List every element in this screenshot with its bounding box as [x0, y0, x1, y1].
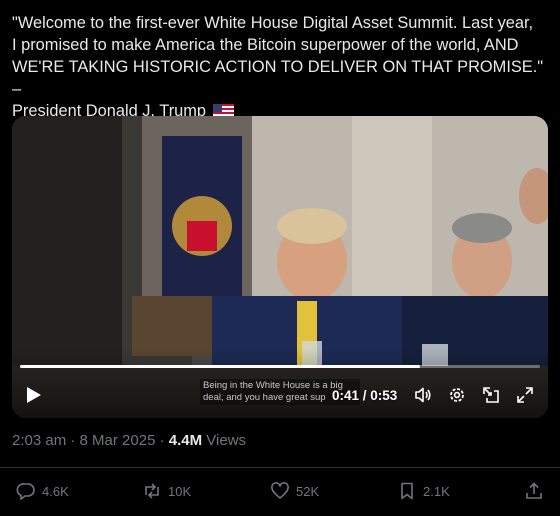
- tweet-text-line: WE'RE TAKING HISTORIC ACTION TO DELIVER …: [12, 58, 544, 98]
- divider: [0, 467, 560, 468]
- reply-icon: [16, 483, 35, 500]
- tweet-meta: 2:03 am · 8 Mar 2025 · 4.4M Views: [12, 432, 246, 449]
- bookmark-button[interactable]: 2.1K: [397, 478, 450, 504]
- repost-count: 10K: [168, 483, 192, 499]
- views-count: 4.4M: [168, 432, 203, 449]
- volume-icon[interactable]: [414, 386, 432, 404]
- settings-icon[interactable]: [448, 386, 466, 404]
- tweet-text-line: I promised to make America the Bitcoin s…: [12, 36, 519, 54]
- play-icon[interactable]: [26, 386, 42, 404]
- bookmark-count: 2.1K: [423, 483, 450, 499]
- meta-separator: ·: [66, 432, 80, 449]
- meta-separator: ·: [155, 432, 169, 449]
- heart-icon: [271, 482, 289, 499]
- bookmark-icon: [401, 482, 413, 500]
- tweet-text-line: "Welcome to the first-ever White House D…: [12, 14, 534, 32]
- tweet-actions: 4.6K 10K 52K 2.1K: [0, 478, 560, 504]
- share-icon: [526, 482, 542, 499]
- video-progress-bar[interactable]: [20, 365, 540, 368]
- tweet-text: "Welcome to the first-ever White House D…: [12, 12, 552, 122]
- video-current-time: 0:41: [332, 388, 360, 403]
- tweet-date[interactable]: 8 Mar 2025: [80, 432, 156, 449]
- tweet-time[interactable]: 2:03 am: [12, 432, 66, 449]
- views-label: Views: [202, 432, 247, 449]
- video-time-separator: /: [359, 388, 371, 403]
- like-button[interactable]: 52K: [270, 478, 319, 504]
- repost-button[interactable]: 10K: [142, 478, 191, 504]
- video-duration: 0:53: [370, 388, 398, 403]
- reply-count: 4.6K: [42, 483, 69, 499]
- video-player[interactable]: Being in the White House is a big deal, …: [12, 116, 548, 418]
- video-progress-fill: [20, 365, 421, 368]
- repost-icon: [145, 483, 159, 499]
- reply-button[interactable]: 4.6K: [16, 478, 69, 504]
- like-count: 52K: [296, 483, 320, 499]
- expand-icon[interactable]: [516, 386, 534, 404]
- share-button[interactable]: [524, 478, 544, 504]
- video-time: 0:41 / 0:53: [332, 388, 397, 403]
- fullscreen-exit-icon[interactable]: [482, 386, 500, 404]
